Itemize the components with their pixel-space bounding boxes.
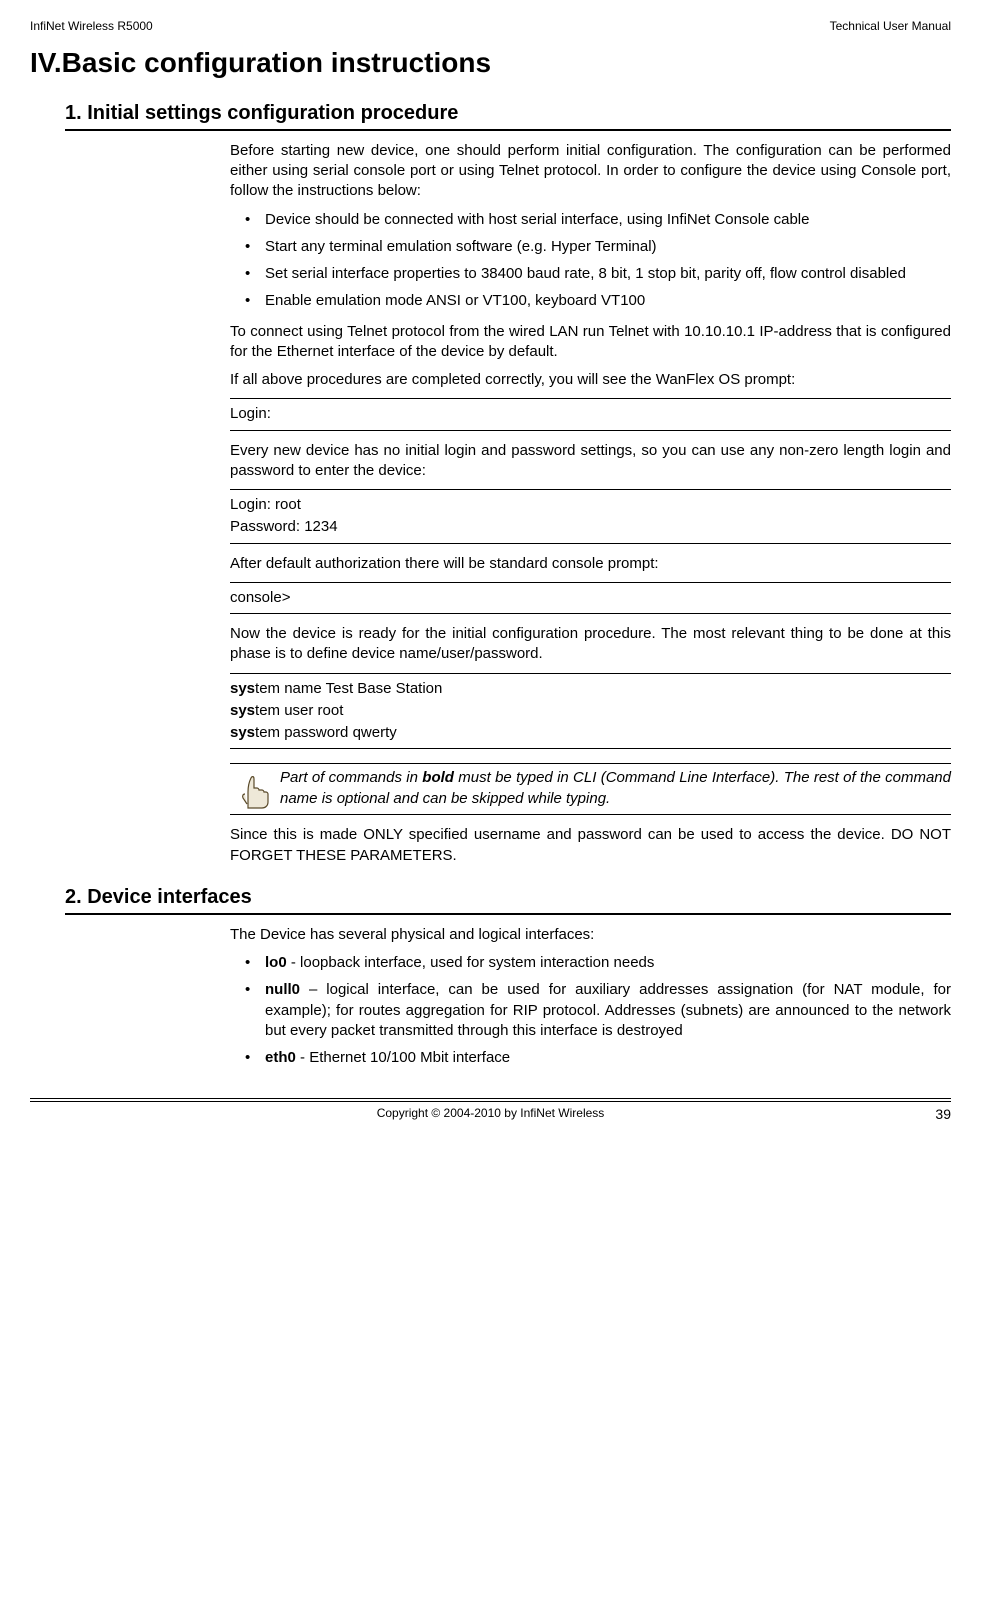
iface-text: loopback interface, used for system inte…: [300, 954, 654, 971]
command-line: system name Test Base Station: [230, 679, 951, 699]
list-item: Enable emulation mode ANSI or VT100, key…: [230, 291, 951, 311]
footer-page-number: 39: [911, 1105, 951, 1124]
note-box: Part of commands in bold must be typed i…: [230, 763, 951, 815]
iface-sep: –: [300, 981, 326, 998]
list-item: null0 – logical interface, can be used f…: [230, 980, 951, 1041]
cmd-rest: tem name Test Base Station: [255, 680, 442, 697]
hand-pointing-icon: [230, 768, 280, 810]
command-line: Login: root: [230, 495, 951, 515]
cmd-bold: sys: [230, 702, 255, 719]
header-right: Technical User Manual: [830, 18, 951, 34]
cmd-rest: tem user root: [255, 702, 343, 719]
command-block: console>: [230, 582, 951, 614]
list-item: Start any terminal emulation software (e…: [230, 237, 951, 257]
list-item: Set serial interface properties to 38400…: [230, 264, 951, 284]
command-line: Login:: [230, 404, 951, 424]
bullet-list: Device should be connected with host ser…: [230, 210, 951, 312]
iface-label: eth0: [265, 1049, 296, 1066]
iface-sep: -: [287, 954, 300, 971]
iface-text: Ethernet 10/100 Mbit interface: [309, 1049, 510, 1066]
command-block: Login: root Password: 1234: [230, 489, 951, 544]
paragraph: Every new device has no initial login an…: [230, 441, 951, 482]
list-item: lo0 - loopback interface, used for syste…: [230, 953, 951, 973]
paragraph: If all above procedures are completed co…: [230, 370, 951, 390]
command-line: system password qwerty: [230, 723, 951, 743]
paragraph: Since this is made ONLY specified userna…: [230, 825, 951, 866]
paragraph: Before starting new device, one should p…: [230, 141, 951, 202]
page-header: InfiNet Wireless R5000 Technical User Ma…: [30, 18, 951, 34]
iface-label: lo0: [265, 954, 287, 971]
cmd-rest: tem password qwerty: [255, 724, 397, 741]
chapter-title: IV.Basic configuration instructions: [30, 44, 951, 82]
footer-spacer: [30, 1105, 70, 1124]
section-1-body: Before starting new device, one should p…: [230, 141, 951, 866]
iface-text: logical interface, can be used for auxil…: [265, 981, 951, 1039]
section-1-title: 1. Initial settings configuration proced…: [65, 100, 951, 131]
section-2-body: The Device has several physical and logi…: [230, 925, 951, 1069]
note-pre: Part of commands in: [280, 769, 422, 786]
iface-label: null0: [265, 981, 300, 998]
cmd-bold: sys: [230, 724, 255, 741]
paragraph: The Device has several physical and logi…: [230, 925, 951, 945]
paragraph: After default authorization there will b…: [230, 554, 951, 574]
command-line: system user root: [230, 701, 951, 721]
note-text: Part of commands in bold must be typed i…: [280, 768, 951, 809]
page-footer: Copyright © 2004-2010 by InfiNet Wireles…: [30, 1098, 951, 1124]
list-item: eth0 - Ethernet 10/100 Mbit interface: [230, 1048, 951, 1068]
note-bold: bold: [422, 769, 454, 786]
paragraph: To connect using Telnet protocol from th…: [230, 322, 951, 363]
section-2-title: 2. Device interfaces: [65, 884, 951, 915]
command-block: system name Test Base Station system use…: [230, 673, 951, 750]
paragraph: Now the device is ready for the initial …: [230, 624, 951, 665]
command-line: console>: [230, 588, 951, 608]
command-line: Password: 1234: [230, 517, 951, 537]
footer-copyright: Copyright © 2004-2010 by InfiNet Wireles…: [70, 1105, 911, 1124]
header-left: InfiNet Wireless R5000: [30, 18, 153, 34]
list-item: Device should be connected with host ser…: [230, 210, 951, 230]
command-block: Login:: [230, 398, 951, 430]
cmd-bold: sys: [230, 680, 255, 697]
bullet-list: lo0 - loopback interface, used for syste…: [230, 953, 951, 1068]
iface-sep: -: [296, 1049, 309, 1066]
